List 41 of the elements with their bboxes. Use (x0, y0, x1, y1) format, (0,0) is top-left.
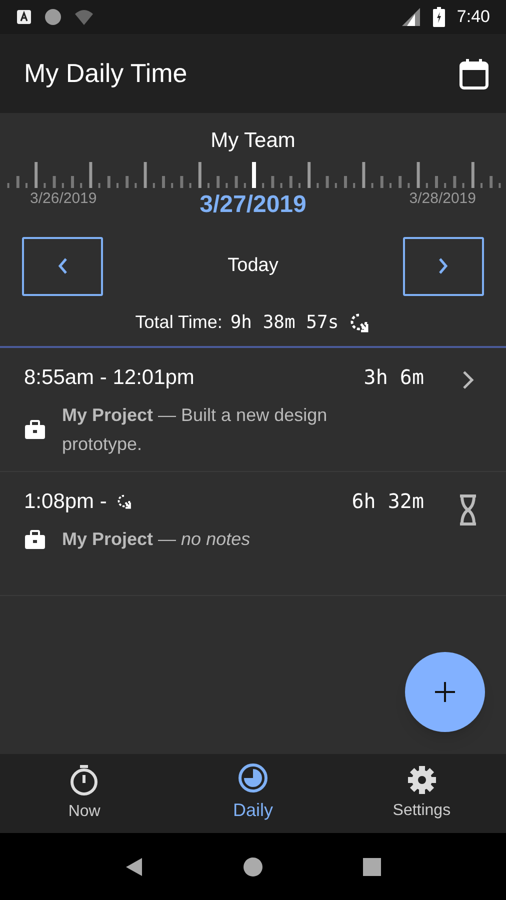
clock-icon (238, 763, 268, 793)
team-name: My Team (210, 128, 296, 154)
entry-description: My Project — no notes (62, 528, 250, 551)
nav-tab[interactable]: Daily (168, 754, 338, 833)
time-range: 8:55am - 12:01pm (24, 364, 194, 390)
duration: 3h 6m (364, 364, 424, 392)
date-label: 3/26/2019 (30, 188, 97, 208)
signal-icon (400, 7, 421, 27)
date-label: 3/28/2019 (409, 188, 476, 208)
time-entry[interactable]: 8:55am - 12:01pm 3h 6m My Project — Built a new design prototype. (0, 348, 506, 472)
briefcase-icon (24, 530, 46, 550)
hourglass-icon (458, 494, 478, 526)
chevron-right-icon (462, 370, 474, 390)
previous-day-button[interactable] (22, 236, 103, 296)
nav-tab[interactable]: Now (0, 754, 169, 833)
stopwatch-icon (69, 764, 100, 796)
chevron-left-icon (56, 257, 68, 275)
home-icon[interactable] (243, 856, 263, 876)
selected-date: 3/27/2019 (200, 190, 306, 220)
back-icon[interactable] (125, 856, 143, 876)
time-entry[interactable]: 1:08pm - 6h 32m My Project — no notes (0, 472, 506, 596)
calendar-icon[interactable] (458, 56, 490, 90)
next-day-button[interactable] (402, 236, 484, 296)
time-range: 1:08pm - (24, 488, 107, 514)
briefcase-icon (24, 420, 46, 440)
entry-description: My Project — Built a new design prototype. (62, 404, 328, 456)
chevron-right-icon (437, 257, 450, 275)
duration: 6h 32m (352, 488, 424, 516)
plus-icon (434, 681, 456, 703)
day-label: Today (228, 254, 278, 278)
circle-icon (44, 8, 62, 26)
notification-icon (16, 9, 32, 25)
settings-icon (406, 764, 437, 794)
app-title: My Daily Time (24, 57, 188, 90)
status-time: 7:40 (456, 6, 490, 28)
total-time-value: 9h 38m 57s (230, 310, 339, 334)
nav-tab[interactable]: Settings (337, 754, 506, 833)
recents-icon[interactable] (363, 858, 381, 876)
total-time-label: Total Time: (135, 310, 222, 334)
battery-icon (432, 7, 445, 27)
wifi-icon (74, 8, 96, 26)
